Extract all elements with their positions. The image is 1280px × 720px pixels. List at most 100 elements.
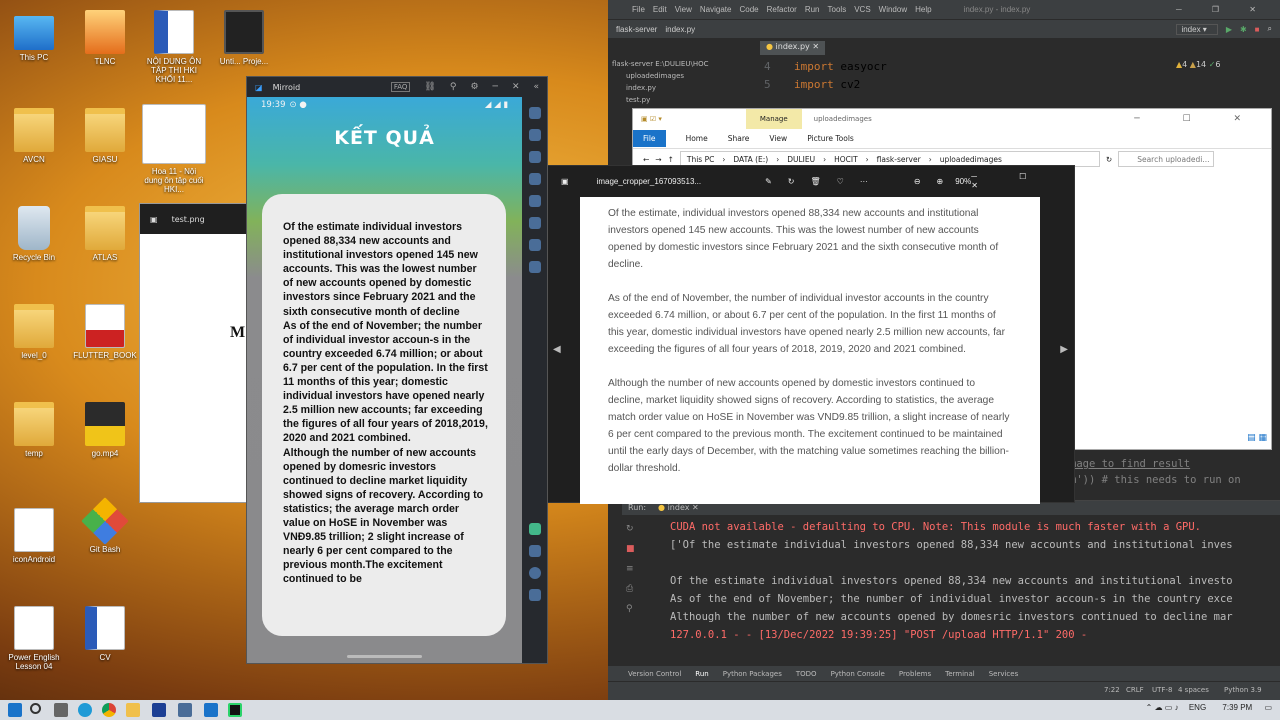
screen-icon[interactable]	[529, 107, 541, 119]
tree-file-test[interactable]: test.py	[612, 94, 752, 106]
run-icon[interactable]: ▶	[1226, 25, 1232, 34]
volume-up-icon[interactable]	[529, 151, 541, 163]
desktop-icon-flutter-book[interactable]: FLUTTER_BOOK	[73, 304, 137, 360]
breadcrumb-file[interactable]: index.py	[665, 25, 695, 34]
menu-vcs[interactable]: VCS	[854, 5, 870, 14]
desktop-icon-level0[interactable]: level_0	[2, 304, 66, 360]
explorer-search-input[interactable]: Search uploadedi...	[1118, 151, 1215, 167]
tree-root[interactable]: flask-server E:\DULIEU\HOC	[612, 58, 752, 70]
editor-tab-index[interactable]: ● index.py ✕	[760, 41, 826, 55]
search-icon[interactable]	[30, 703, 41, 714]
debug-icon[interactable]: ✱	[1240, 25, 1247, 34]
tool-tab-todo[interactable]: TODO	[796, 670, 817, 678]
desktop-icon-cv[interactable]: CV	[73, 606, 137, 662]
faq-button[interactable]: FAQ	[390, 82, 411, 92]
ribbon-view[interactable]: View	[769, 134, 787, 143]
volume-down-icon[interactable]	[529, 173, 541, 185]
tool-tab-services[interactable]: Services	[989, 670, 1019, 678]
window-controls[interactable]: ─ ☐ ✕	[971, 172, 1074, 190]
recents-icon[interactable]	[529, 589, 541, 601]
photos-icon[interactable]	[204, 703, 218, 717]
breadcrumb-item[interactable]: uploadedimages	[940, 155, 1002, 164]
result-card[interactable]: Of the estimate individual investors ope…	[262, 194, 506, 636]
menu-help[interactable]: Help	[915, 5, 931, 14]
settings-icon[interactable]: ⚙	[470, 82, 478, 92]
menu-tools[interactable]: Tools	[828, 5, 847, 14]
delete-icon[interactable]: 🗑	[811, 177, 821, 186]
ribbon-share[interactable]: Share	[728, 134, 750, 143]
menu-edit[interactable]: Edit	[653, 5, 667, 14]
menu-window[interactable]: Window	[879, 5, 907, 14]
desktop-icon-avcn[interactable]: AVCN	[2, 108, 66, 164]
notion-icon[interactable]	[152, 703, 166, 717]
close-icon[interactable]: ✕	[512, 82, 520, 92]
manage-tab[interactable]: Manage	[745, 109, 802, 129]
inspection-widget[interactable]: ▲4 ▲14 ✓6	[1176, 60, 1220, 69]
screenshot-icon[interactable]	[529, 261, 541, 273]
desktop-icon-iconandroid[interactable]: iconAndroid	[2, 508, 66, 564]
caret-position[interactable]: 7:22	[1104, 686, 1120, 694]
gallery-icon[interactable]: ▣	[150, 215, 158, 224]
breadcrumb-item[interactable]: DATA (E:)	[733, 155, 768, 164]
file-encoding[interactable]: UTF-8	[1152, 686, 1172, 694]
stop-icon[interactable]: ■	[1255, 25, 1260, 34]
desktop-icon-giasu[interactable]: GIASU	[73, 108, 137, 164]
camera-icon[interactable]	[529, 217, 541, 229]
language-indicator[interactable]: ENG	[1189, 703, 1206, 712]
menu-refactor[interactable]: Refactor	[767, 5, 797, 14]
desktop-icon-tlnc[interactable]: TLNC	[73, 10, 137, 66]
search-icon[interactable]: ⌕	[1268, 24, 1280, 34]
code-editor[interactable]: 4 import easyocr 5 import cv2	[764, 58, 887, 94]
breadcrumb-item[interactable]: flask-server	[877, 155, 921, 164]
next-image-icon[interactable]: ▶	[1060, 344, 1068, 355]
desktop-icon-go-mp4[interactable]: go.mp4	[73, 402, 137, 458]
keyboard-icon[interactable]	[529, 195, 541, 207]
zoom-out-icon[interactable]: ⊖	[914, 177, 921, 186]
task-view-icon[interactable]	[54, 703, 68, 717]
quick-access-icons[interactable]: ▣ ☑ ▾	[633, 115, 662, 123]
pycharm-icon[interactable]	[228, 703, 242, 717]
tree-folder-uploadedimages[interactable]: uploadedimages	[612, 70, 752, 82]
desktop-icon-git-bash[interactable]: Git Bash	[73, 497, 137, 554]
ribbon-picture-tools[interactable]: Picture Tools	[807, 134, 854, 143]
minimize-icon[interactable]: ─	[493, 82, 498, 92]
collapse-icon[interactable]: «	[533, 82, 539, 92]
notification-icon[interactable]: ▭	[1264, 703, 1272, 712]
app-icon[interactable]	[178, 703, 192, 717]
menu-code[interactable]: Code	[739, 5, 758, 14]
edge-icon[interactable]	[78, 703, 92, 717]
run-tab[interactable]: ● index ✕	[658, 503, 699, 513]
gesture-bar[interactable]	[347, 655, 422, 658]
tool-tab-version-control[interactable]: Version Control	[628, 670, 681, 678]
more-icon[interactable]: ···	[860, 177, 868, 186]
menu-run[interactable]: Run	[805, 5, 820, 14]
tool-tab-python-packages[interactable]: Python Packages	[723, 670, 782, 678]
phone-screen[interactable]: 19:39 ⊙ ● ◢ ◢ ▮ KẾT QUẢ Of the estimate …	[247, 97, 522, 663]
ribbon-home[interactable]: Home	[686, 134, 708, 143]
tool-tab-terminal[interactable]: Terminal	[945, 670, 975, 678]
tool-tab-run[interactable]: Run	[695, 670, 708, 678]
rerun-icon[interactable]: ↻	[626, 519, 640, 539]
pin-icon[interactable]: ⚲	[450, 82, 457, 92]
desktop-icon-this-pc[interactable]: This PC	[2, 10, 66, 62]
gallery-icon[interactable]: ▣	[547, 177, 583, 186]
forward-icon[interactable]: →	[655, 155, 661, 164]
desktop-icon-atlas[interactable]: ATLAS	[73, 206, 137, 262]
line-separator[interactable]: CRLF	[1126, 686, 1144, 694]
windows-start-icon[interactable]	[8, 703, 22, 717]
menu-navigate[interactable]: Navigate	[700, 5, 732, 14]
menu-view[interactable]: View	[675, 5, 692, 14]
print-icon[interactable]: ⎙	[626, 579, 640, 599]
tray-icons[interactable]: ⌃ ☁ ▭ ♪	[1146, 703, 1179, 712]
breadcrumb-item[interactable]: This PC	[687, 155, 714, 164]
tool-tab-problems[interactable]: Problems	[899, 670, 931, 678]
desktop-icon-recycle-bin[interactable]: Recycle Bin	[2, 206, 66, 262]
record-icon[interactable]	[529, 239, 541, 251]
console-output[interactable]: CUDA not available - defaulting to CPU. …	[670, 518, 1270, 644]
favorite-icon[interactable]: ♡	[837, 177, 844, 186]
window-controls[interactable]: ─ ☐ ✕	[1134, 114, 1271, 124]
refresh-icon[interactable]: ↻	[1106, 155, 1112, 164]
breadcrumb-project[interactable]: flask-server	[616, 25, 657, 34]
stop-icon[interactable]: ■	[626, 539, 640, 559]
breadcrumb-item[interactable]: DULIEU	[787, 155, 815, 164]
